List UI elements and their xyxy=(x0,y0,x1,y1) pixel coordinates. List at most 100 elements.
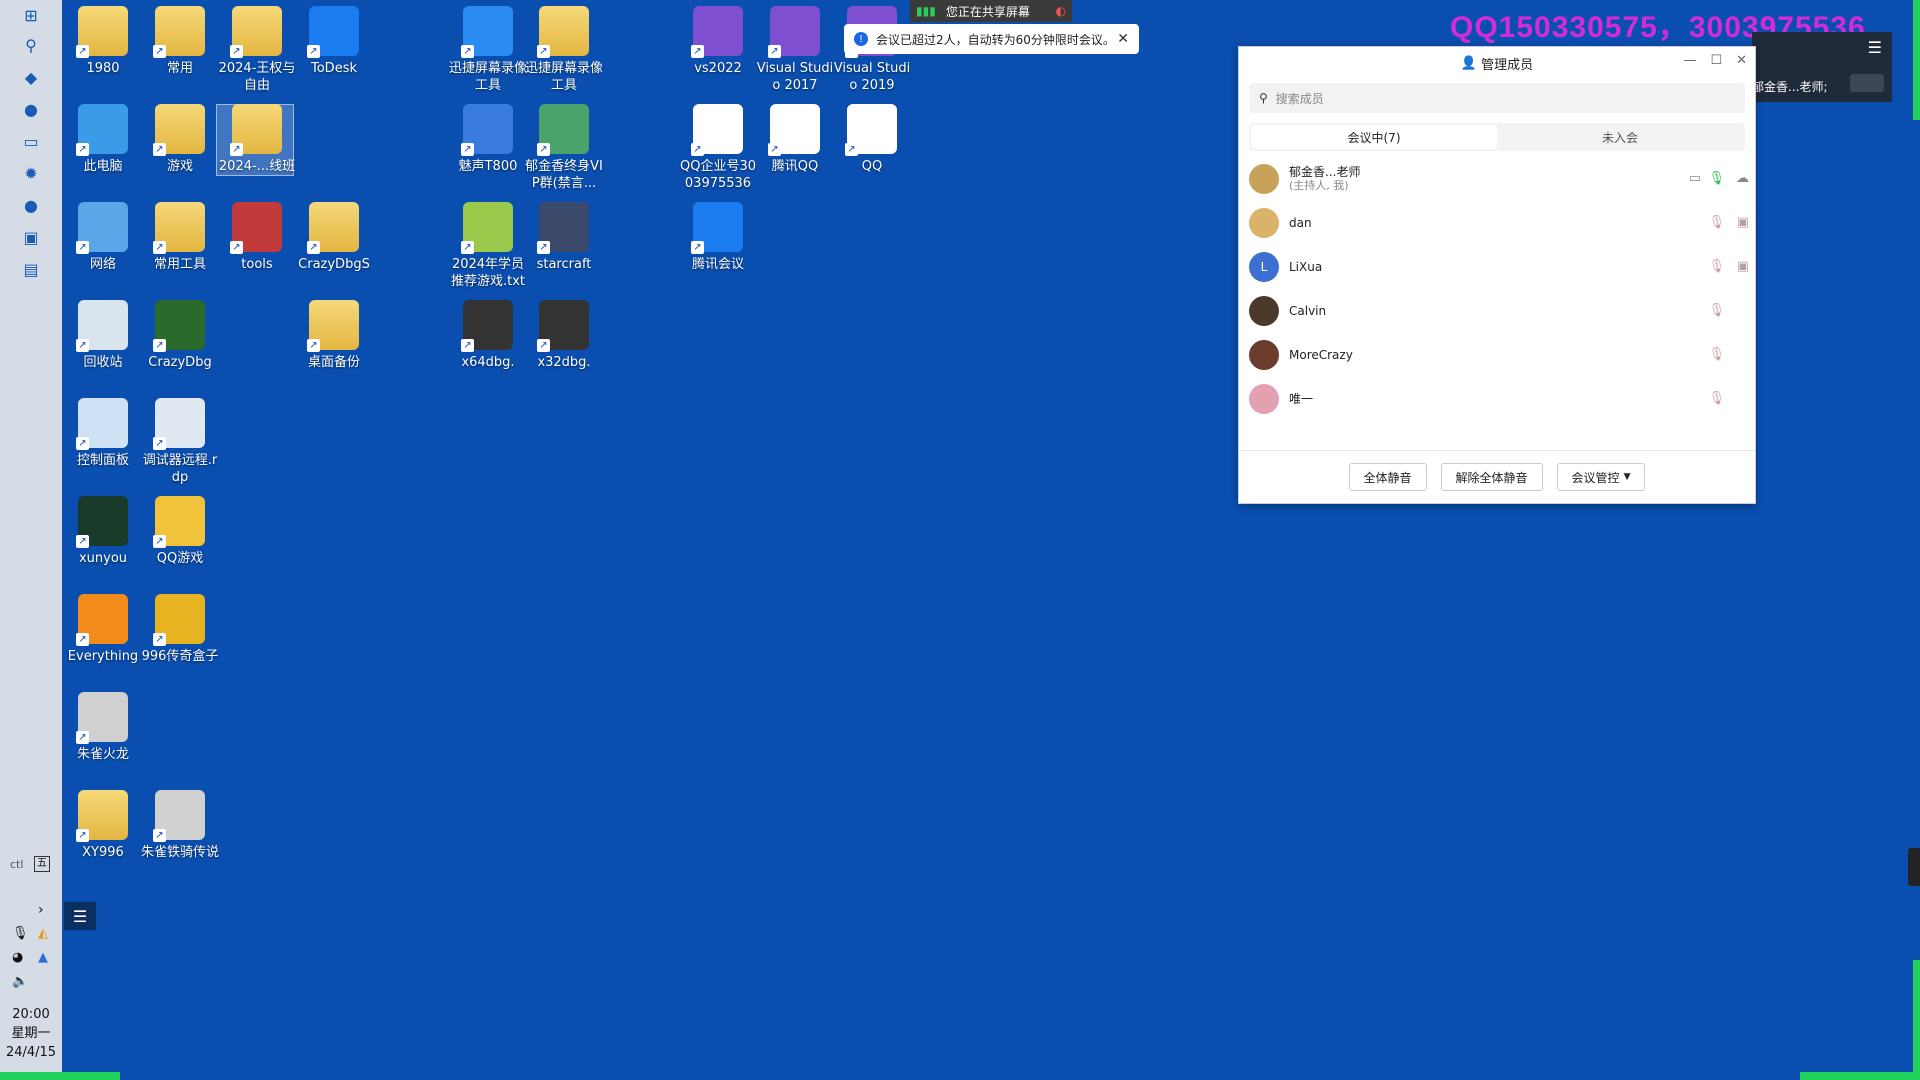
desktop-icon[interactable]: ↗ 郁金香终身VIP群(禁言... xyxy=(525,104,603,192)
app2-taskbar-icon[interactable]: ● xyxy=(18,194,44,216)
screen-share-icon[interactable]: ▭ xyxy=(1689,171,1701,186)
desktop-icon[interactable]: ↗ 2024年学员推荐游戏.txt xyxy=(449,202,527,290)
desktop-icon[interactable]: ↗ 此电脑 xyxy=(64,104,142,175)
desktop-icon[interactable]: ↗ 2024-王权与自由 xyxy=(218,6,296,94)
desktop-icon[interactable]: ↗ Everything xyxy=(64,594,142,665)
menu-icon[interactable]: ☰ xyxy=(1868,38,1882,57)
minimize-icon[interactable]: — xyxy=(1683,53,1696,68)
screen-sharing-bar[interactable]: ▮▮▮ 您正在共享屏幕 ◐ xyxy=(910,0,1072,22)
microphone-muted-icon[interactable]: 🎙 xyxy=(1708,215,1725,230)
desktop-icon[interactable]: ↗ 常用工具 xyxy=(141,202,219,273)
desktop-icon[interactable]: ↗ QQ游戏 xyxy=(141,496,219,567)
desktop-icon[interactable]: ↗ CrazyDbgS xyxy=(295,202,373,273)
microphone-icon[interactable]: 🎙 xyxy=(12,926,29,941)
desktop-icon[interactable]: ↗ x64dbg. xyxy=(449,300,527,371)
desktop-icon-label: 腾讯会议 xyxy=(691,257,744,272)
start-icon[interactable]: ⊞ xyxy=(18,4,44,26)
desktop-icon[interactable]: ↗ 游戏 xyxy=(141,104,219,175)
signal-icon: ▮▮▮ xyxy=(916,4,936,18)
desktop-icon[interactable]: ↗ 2024-...线班 xyxy=(218,104,296,175)
search-member-field[interactable]: ⚲ 搜索成员 xyxy=(1249,83,1745,113)
desktop-icon-label: Visual Studio 2017 xyxy=(756,61,834,93)
qq-enterprise-tray-icon[interactable]: ▲ xyxy=(38,950,48,965)
desktop-icon[interactable]: ↗ 腾讯QQ xyxy=(756,104,834,175)
desktop-icon[interactable]: ↗ 迅捷屏幕录像工具 xyxy=(525,6,603,94)
shortcut-arrow-icon: ↗ xyxy=(153,143,166,156)
desktop-icon[interactable]: ↗ xunyou xyxy=(64,496,142,567)
member-row[interactable]: 郁金香...老师 (主持人, 我) 🎙 ▭ ☁ xyxy=(1239,157,1755,201)
tray-app-icon[interactable]: ◭ xyxy=(38,926,48,941)
desktop-icon[interactable]: ↗ 996传奇盒子 xyxy=(141,594,219,665)
desktop-icon[interactable]: ↗ CrazyDbg xyxy=(141,300,219,371)
camera-off-icon[interactable]: ▣ xyxy=(1737,215,1749,230)
search-input[interactable]: 搜索成员 xyxy=(1276,90,1324,107)
desktop-icon[interactable]: ↗ 控制面板 xyxy=(64,398,142,469)
clock-date[interactable]: 24/4/15 xyxy=(0,1044,62,1062)
unmute-all-button[interactable]: 解除全体静音 xyxy=(1440,463,1543,491)
shortcut-arrow-icon: ↗ xyxy=(768,143,781,156)
tencent-meeting-taskbar-icon[interactable]: ▣ xyxy=(18,226,44,248)
todesk-taskbar-icon[interactable]: ◆ xyxy=(18,66,44,88)
shortcut-arrow-icon: ↗ xyxy=(461,143,474,156)
member-row[interactable]: 唯一 🎙 xyxy=(1239,377,1755,421)
chevron-right-icon[interactable]: › xyxy=(38,902,44,918)
side-handle[interactable] xyxy=(1908,848,1920,886)
group-chat-icon: ↗ xyxy=(537,104,589,156)
mute-all-button[interactable]: 全体静音 xyxy=(1348,463,1427,491)
member-row[interactable]: MoreCrazy 🎙 xyxy=(1239,333,1755,377)
list-toggle-icon[interactable]: ☰ xyxy=(64,902,96,930)
desktop-icon[interactable]: ↗ 朱雀火龙 xyxy=(64,692,142,763)
debugger-taskbar-icon[interactable]: ✹ xyxy=(18,162,44,184)
desktop-icon[interactable]: ↗ 腾讯会议 xyxy=(679,202,757,273)
desktop-icon[interactable]: ↗ 迅捷屏幕录像工具 xyxy=(449,6,527,94)
desktop-icon[interactable]: ↗ vs2022 xyxy=(679,6,757,77)
desktop-icon[interactable]: ↗ starcraft xyxy=(525,202,603,273)
desktop-icon[interactable]: ↗ tools xyxy=(218,202,296,273)
maximize-icon[interactable]: ☐ xyxy=(1710,53,1722,68)
tab-not-joined[interactable]: 未入会 xyxy=(1497,125,1743,149)
qq-tray-icon[interactable]: ◕ xyxy=(12,950,23,965)
clock-weekday[interactable]: 星期一 xyxy=(0,1025,62,1043)
meeting-mini-window[interactable]: ☰ 郁金香...老师; xyxy=(1752,32,1892,102)
stop-share-icon[interactable]: ◐ xyxy=(1056,4,1066,18)
clock-time[interactable]: 20:00 xyxy=(0,1006,62,1024)
desktop-icon-label: CrazyDbgS xyxy=(298,257,370,272)
shortcut-arrow-icon: ↗ xyxy=(691,241,704,254)
desktop-icon[interactable]: ↗ 1980 xyxy=(64,6,142,77)
close-icon[interactable]: ✕ xyxy=(1117,31,1129,47)
camera-off-icon[interactable]: ▣ xyxy=(1737,259,1749,274)
volume-icon[interactable]: 🔈 xyxy=(12,974,28,989)
desktop-icon[interactable]: ↗ ToDesk xyxy=(295,6,373,77)
window-titlebar[interactable]: 👤 管理成员 — ☐ ✕ xyxy=(1239,47,1755,79)
microphone-muted-icon[interactable]: 🎙 xyxy=(1708,303,1725,318)
close-icon[interactable]: ✕ xyxy=(1736,53,1747,68)
desktop-icon[interactable]: ↗ x32dbg. xyxy=(525,300,603,371)
desktop-icon[interactable]: ↗ XY996 xyxy=(64,790,142,861)
microphone-muted-icon[interactable]: 🎙 xyxy=(1708,259,1725,274)
desktop-icon[interactable]: ↗ 朱雀铁骑传说 xyxy=(141,790,219,861)
microphone-on-icon[interactable]: 🎙 xyxy=(1708,171,1725,186)
desktop-icon[interactable]: ↗ 回收站 xyxy=(64,300,142,371)
microphone-muted-icon[interactable]: 🎙 xyxy=(1708,391,1725,406)
member-row[interactable]: Calvin 🎙 xyxy=(1239,289,1755,333)
meeting-control-button[interactable]: 会议管控 ▼ xyxy=(1556,463,1646,491)
microphone-muted-icon[interactable]: 🎙 xyxy=(1708,347,1725,362)
app-taskbar-icon[interactable]: ● xyxy=(18,98,44,120)
desktop-icon[interactable]: ↗ 常用 xyxy=(141,6,219,77)
desktop-icon[interactable]: ↗ QQ xyxy=(833,104,911,175)
ime-mode-indicator[interactable]: 五 xyxy=(34,856,50,872)
desktop-icon[interactable]: ↗ 魅声T800 xyxy=(449,104,527,175)
member-row[interactable]: L LiXua 🎙 ▣ xyxy=(1239,245,1755,289)
file-explorer-icon[interactable]: ▭ xyxy=(18,130,44,152)
desktop-icon[interactable]: ↗ QQ企业号3003975536 xyxy=(679,104,757,192)
tab-in-meeting[interactable]: 会议中(7) xyxy=(1251,125,1497,149)
desktop-icon[interactable]: ↗ 桌面备份 xyxy=(295,300,373,371)
desktop-icon[interactable]: ↗ 调试器远程.rdp xyxy=(141,398,219,486)
desktop-icon[interactable]: ↗ Visual Studio 2017 xyxy=(756,6,834,94)
member-row[interactable]: dan 🎙 ▣ xyxy=(1239,201,1755,245)
image-viewer-taskbar-icon[interactable]: ▤ xyxy=(18,258,44,280)
screen-recorder-icon: ↗ xyxy=(461,6,513,58)
cloud-record-icon[interactable]: ☁ xyxy=(1736,171,1749,186)
desktop-icon[interactable]: ↗ 网络 xyxy=(64,202,142,273)
search-icon[interactable]: ⚲ xyxy=(18,34,44,56)
